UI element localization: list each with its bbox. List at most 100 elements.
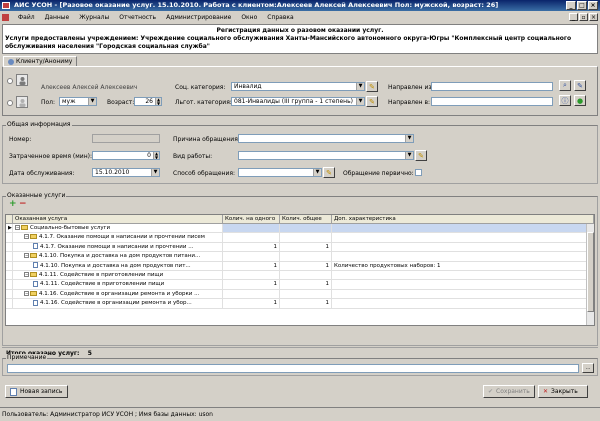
total-cell[interactable] xyxy=(280,270,332,280)
collapse-icon[interactable]: − xyxy=(24,253,29,259)
row-indicator[interactable] xyxy=(6,252,13,261)
tab-client[interactable]: Клиенту/Анониму xyxy=(3,56,78,66)
service-cell[interactable]: − 4.1.11. Содействие в приготовлении пищи xyxy=(13,270,223,280)
service-cell[interactable]: − 4.1.16. Содействие в организации ремонт… xyxy=(13,289,223,299)
extra-cell[interactable] xyxy=(332,280,594,289)
collapse-icon[interactable]: − xyxy=(24,271,29,277)
service-cell[interactable]: 4.1.16. Содействие в организации ремонта… xyxy=(13,299,223,308)
table-row[interactable]: − 4.1.10. Покупка и доставка на дом проду… xyxy=(6,252,594,262)
edit-method-button[interactable]: ✎ xyxy=(323,167,335,178)
first-visit-checkbox[interactable] xyxy=(415,169,422,176)
grid-header-per-one[interactable]: Колич. на одного xyxy=(223,215,280,223)
client-info-button[interactable]: ⓘ xyxy=(559,95,571,106)
grid-header-extra[interactable]: Доп. характеристика xyxy=(332,215,594,223)
collapse-icon[interactable]: − xyxy=(15,225,20,230)
edit-work-type-button[interactable]: ✎ xyxy=(415,150,427,161)
age-spinner[interactable]: 26 ▲ ▼ xyxy=(134,97,162,106)
lgot-category-select[interactable]: 081-Инвалиды (III группа - 1 степень) ▼ xyxy=(231,97,365,106)
note-expand-button[interactable]: ... xyxy=(582,363,594,373)
extra-cell[interactable] xyxy=(332,233,594,242)
service-cell[interactable]: − Социально-бытовые услуги xyxy=(13,224,223,233)
per-one-cell[interactable]: 1 xyxy=(223,261,280,270)
total-cell[interactable] xyxy=(280,289,332,299)
row-indicator[interactable] xyxy=(6,242,13,252)
per-one-cell[interactable] xyxy=(223,224,280,233)
directed-to-field[interactable] xyxy=(431,97,553,106)
row-indicator[interactable] xyxy=(6,270,13,280)
reason-select[interactable]: ▼ xyxy=(238,134,414,143)
grid-header-total[interactable]: Колич. общее xyxy=(280,215,332,223)
gender-select[interactable]: муж ▼ xyxy=(59,97,97,106)
remove-icon[interactable]: − xyxy=(19,200,27,209)
service-cell[interactable]: 4.1.10. Покупка и доставка на дом продук… xyxy=(13,261,223,270)
grid-scrollbar[interactable] xyxy=(586,224,594,325)
total-cell[interactable]: 1 xyxy=(280,299,332,308)
work-type-select[interactable]: ▼ xyxy=(238,151,414,160)
per-one-cell[interactable] xyxy=(223,270,280,280)
per-one-cell[interactable]: 1 xyxy=(223,242,280,252)
document-icon[interactable] xyxy=(2,13,9,21)
row-indicator[interactable] xyxy=(6,299,13,308)
extra-cell[interactable] xyxy=(332,242,594,252)
total-cell[interactable]: 1 xyxy=(280,261,332,270)
table-row[interactable]: ▶ − Социально-бытовые услуги xyxy=(6,224,594,234)
save-button[interactable]: ✔ Сохранить xyxy=(483,385,535,398)
extra-cell[interactable] xyxy=(332,252,594,261)
note-field[interactable] xyxy=(7,364,579,373)
refresh-button[interactable]: ● xyxy=(574,95,586,106)
total-cell[interactable]: 1 xyxy=(280,280,332,289)
extra-cell[interactable] xyxy=(332,289,594,299)
per-one-cell[interactable] xyxy=(223,233,280,242)
menu-admin[interactable]: Администрирование xyxy=(161,14,236,21)
soc-category-select[interactable]: Инвалид ▼ xyxy=(231,82,365,91)
table-row[interactable]: 4.1.16. Содействие в организации ремонта… xyxy=(6,299,594,309)
extra-cell[interactable] xyxy=(332,299,594,308)
table-row[interactable]: 4.1.10. Покупка и доставка на дом продук… xyxy=(6,261,594,271)
new-record-button[interactable]: Новая запись xyxy=(5,385,68,398)
extra-cell[interactable]: Количество продуктовых наборов: 1 xyxy=(332,261,594,270)
total-cell[interactable] xyxy=(280,233,332,242)
time-spinner[interactable]: 0 ▲ ▼ xyxy=(92,151,160,160)
mdi-restore-button[interactable]: ▫ xyxy=(579,13,588,21)
date-picker[interactable]: 15.10.2010 ▼ xyxy=(92,168,160,177)
mdi-close-button[interactable]: × xyxy=(589,13,598,21)
mdi-minimize-button[interactable]: _ xyxy=(569,13,578,21)
per-one-cell[interactable] xyxy=(223,252,280,261)
service-cell[interactable]: − 4.1.7. Оказание помощи в написании и пр… xyxy=(13,233,223,242)
row-indicator[interactable] xyxy=(6,280,13,289)
per-one-cell[interactable]: 1 xyxy=(223,280,280,289)
service-cell[interactable]: 4.1.11. Содействие в приготовлении пищи xyxy=(13,280,223,289)
extra-cell[interactable] xyxy=(332,224,594,233)
total-cell[interactable] xyxy=(280,252,332,261)
directed-from-field[interactable] xyxy=(431,82,553,91)
row-indicator[interactable] xyxy=(6,261,13,270)
search-client-button[interactable]: ⌕ xyxy=(559,80,571,91)
service-cell[interactable]: 4.1.7. Оказание помощи в написании и про… xyxy=(13,242,223,252)
table-row[interactable]: − 4.1.16. Содействие в организации ремонт… xyxy=(6,289,594,300)
total-cell[interactable] xyxy=(280,224,332,233)
extra-cell[interactable] xyxy=(332,270,594,280)
anonymous-radio[interactable] xyxy=(7,100,13,106)
close-button[interactable]: ✕ Закрыть xyxy=(538,385,588,398)
row-indicator[interactable]: ▶ xyxy=(6,224,13,233)
maximize-button[interactable]: □ xyxy=(577,1,587,10)
menu-window[interactable]: Окно xyxy=(236,14,262,21)
total-cell[interactable]: 1 xyxy=(280,242,332,252)
table-row[interactable]: 4.1.11. Содействие в приготовлении пищи 1… xyxy=(6,280,594,290)
table-row[interactable]: 4.1.7. Оказание помощи в написании и про… xyxy=(6,242,594,253)
menu-journals[interactable]: Журналы xyxy=(74,14,114,21)
edit-client-button[interactable]: ✎ xyxy=(574,80,586,91)
row-indicator[interactable] xyxy=(6,289,13,299)
client-radio[interactable] xyxy=(7,78,13,84)
table-row[interactable]: − 4.1.11. Содействие в приготовлении пищи xyxy=(6,270,594,281)
menu-reports[interactable]: Отчетность xyxy=(114,14,161,21)
edit-soc-category-button[interactable]: ✎ xyxy=(366,81,378,92)
close-window-button[interactable]: × xyxy=(588,1,598,10)
add-icon[interactable]: + xyxy=(9,200,17,209)
method-select[interactable]: ▼ xyxy=(238,168,322,177)
grid-header-service[interactable]: Оказанная услуга xyxy=(13,215,223,223)
per-one-cell[interactable]: 1 xyxy=(223,299,280,308)
collapse-icon[interactable]: − xyxy=(24,234,29,240)
scrollbar-thumb[interactable] xyxy=(587,232,594,312)
row-indicator[interactable] xyxy=(6,233,13,242)
